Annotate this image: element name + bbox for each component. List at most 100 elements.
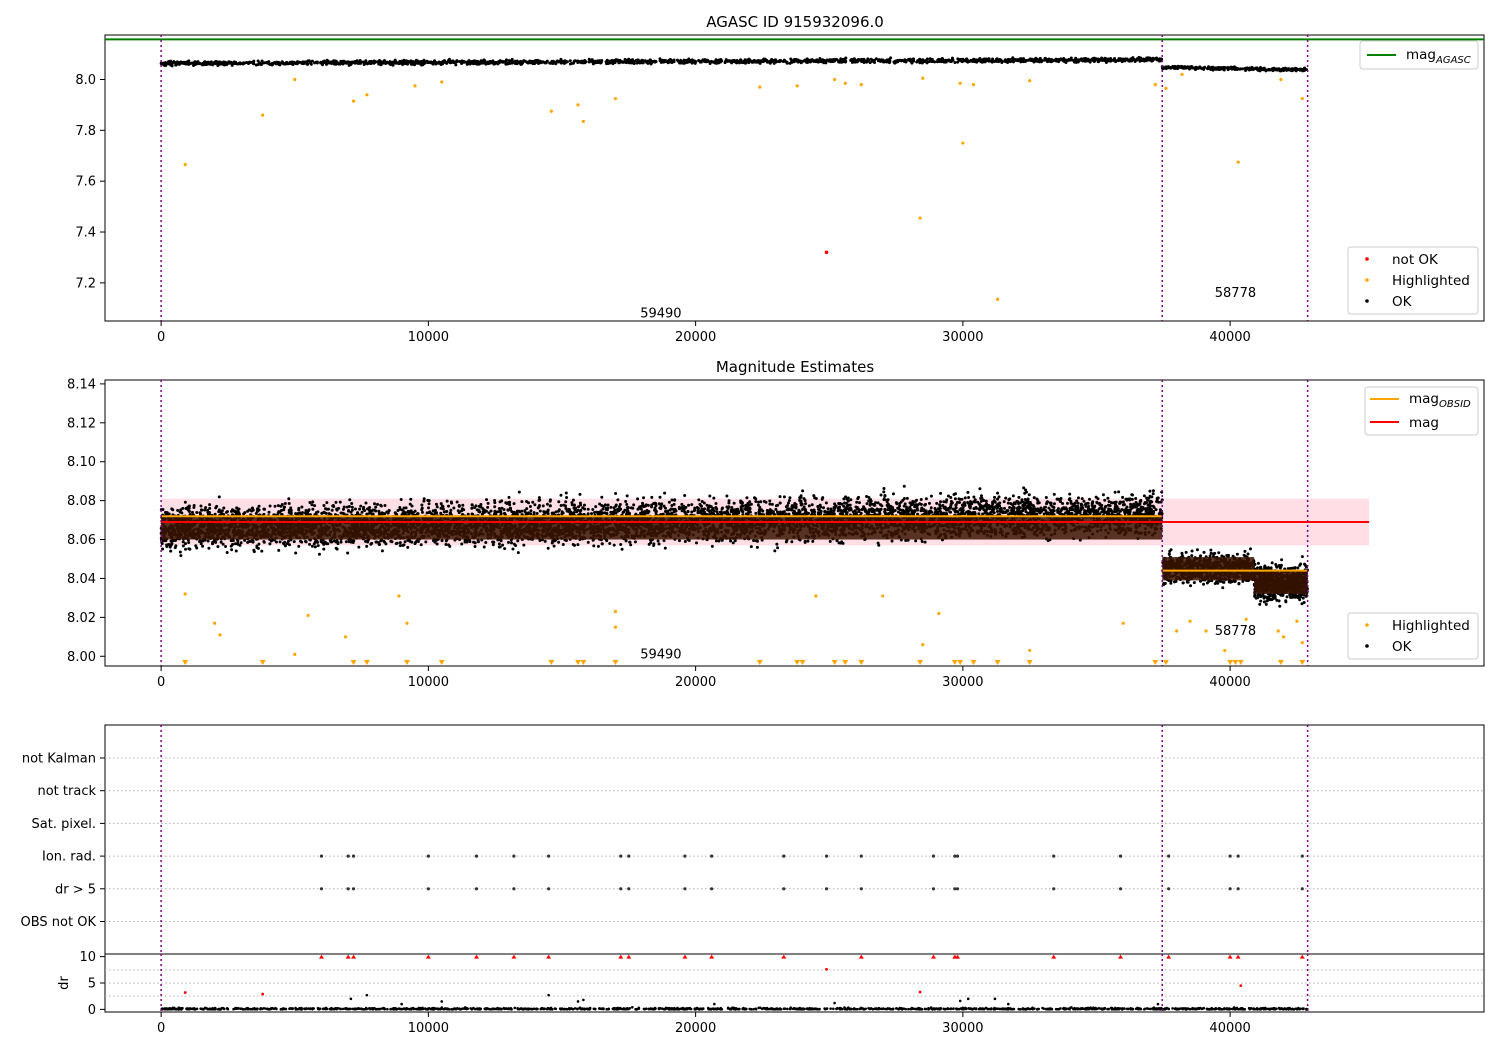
- ok-point: [565, 496, 568, 499]
- ok-point: [789, 62, 792, 65]
- ok-point: [507, 541, 510, 544]
- ok-point: [1097, 60, 1100, 63]
- ok-point: [184, 501, 187, 504]
- ok-point: [877, 501, 880, 504]
- ok-point: [519, 63, 522, 66]
- ok-point: [1302, 68, 1305, 71]
- ok-point: [444, 60, 447, 63]
- ok-point: [336, 61, 339, 64]
- ok-point: [1004, 59, 1007, 62]
- ok-point: [334, 501, 337, 504]
- highlighted-point: [440, 80, 443, 83]
- ok-point: [1046, 60, 1049, 63]
- ok-point: [438, 62, 441, 65]
- ok-point: [682, 60, 685, 63]
- ok-point: [547, 508, 550, 511]
- ok-point: [1093, 60, 1096, 63]
- highlighted-point: [996, 298, 999, 301]
- ok-point: [342, 508, 345, 511]
- ok-point: [1148, 490, 1151, 493]
- ok-point: [996, 510, 999, 513]
- ok-point: [676, 59, 679, 62]
- ok-point: [311, 545, 314, 548]
- ok-point: [921, 61, 924, 64]
- ok-point: [1033, 496, 1036, 499]
- ok-point: [926, 57, 929, 60]
- highlighted-point: [413, 84, 416, 87]
- ok-point: [697, 59, 700, 62]
- ok-point: [267, 511, 270, 514]
- ok-point: [288, 502, 291, 505]
- ok-point: [409, 498, 412, 501]
- ok-point: [1194, 68, 1197, 71]
- ok-point: [364, 501, 367, 504]
- ok-point: [368, 506, 371, 509]
- ok-point: [1222, 67, 1225, 70]
- ok-point: [263, 508, 266, 511]
- ok-point: [1127, 59, 1130, 62]
- ok-point: [348, 498, 351, 501]
- ok-point: [1246, 68, 1249, 71]
- ok-point: [634, 540, 637, 543]
- ok-point: [460, 542, 463, 545]
- ok-point: [646, 60, 649, 63]
- ok-point: [1074, 502, 1077, 505]
- ok-point: [1256, 68, 1259, 71]
- ok-point: [281, 503, 284, 506]
- ok-point: [557, 60, 560, 63]
- ok-point: [474, 62, 477, 65]
- panel1-xtick-label-30000: 30000: [942, 330, 983, 345]
- ok-point: [1053, 493, 1056, 496]
- ok-point: [680, 503, 683, 506]
- ok-point: [878, 58, 881, 61]
- ok-point: [513, 502, 516, 505]
- ok-point: [241, 62, 244, 65]
- ok-point: [601, 542, 604, 545]
- panel1-ytick-label-7.8: 7.8: [75, 124, 96, 139]
- ok-point: [190, 62, 193, 65]
- ok-point: [701, 500, 704, 503]
- ok-point: [1180, 65, 1183, 68]
- ok-point: [880, 58, 883, 61]
- ok-point: [184, 542, 187, 545]
- ok-point: [1102, 493, 1105, 496]
- ok-point: [305, 61, 308, 64]
- ok-point: [248, 61, 251, 64]
- ok-point: [496, 62, 499, 65]
- ok-point: [548, 62, 551, 65]
- highlighted-point: [293, 78, 296, 81]
- ok-point: [530, 60, 533, 63]
- ok-point: [839, 57, 842, 60]
- ok-point: [271, 62, 274, 65]
- ok-point: [333, 61, 336, 64]
- ok-point: [392, 62, 395, 65]
- ok-point: [1121, 60, 1124, 63]
- ok-point: [948, 59, 951, 62]
- ok-point: [1113, 59, 1116, 62]
- ok-point: [650, 496, 653, 499]
- ok-point: [538, 60, 541, 63]
- ok-point: [404, 62, 407, 65]
- ok-point: [866, 502, 869, 505]
- ok-point: [400, 60, 403, 63]
- ok-point: [629, 59, 632, 62]
- ok-point: [311, 508, 314, 511]
- ok-point: [179, 62, 182, 65]
- ok-point: [396, 509, 399, 512]
- ok-point: [872, 60, 875, 63]
- ok-point: [580, 61, 583, 64]
- ok-point: [637, 60, 640, 63]
- ok-point: [788, 496, 791, 499]
- ok-point: [844, 59, 847, 62]
- ok-point: [473, 506, 476, 509]
- highlighted-point: [261, 113, 264, 116]
- ok-point: [658, 542, 661, 545]
- ok-point: [978, 487, 981, 490]
- ok-point: [774, 508, 777, 511]
- ok-point: [318, 553, 321, 556]
- ok-point: [853, 57, 856, 60]
- ok-point: [1165, 67, 1168, 70]
- ok-point: [235, 506, 238, 509]
- ok-point: [278, 63, 281, 66]
- ok-point: [818, 57, 821, 60]
